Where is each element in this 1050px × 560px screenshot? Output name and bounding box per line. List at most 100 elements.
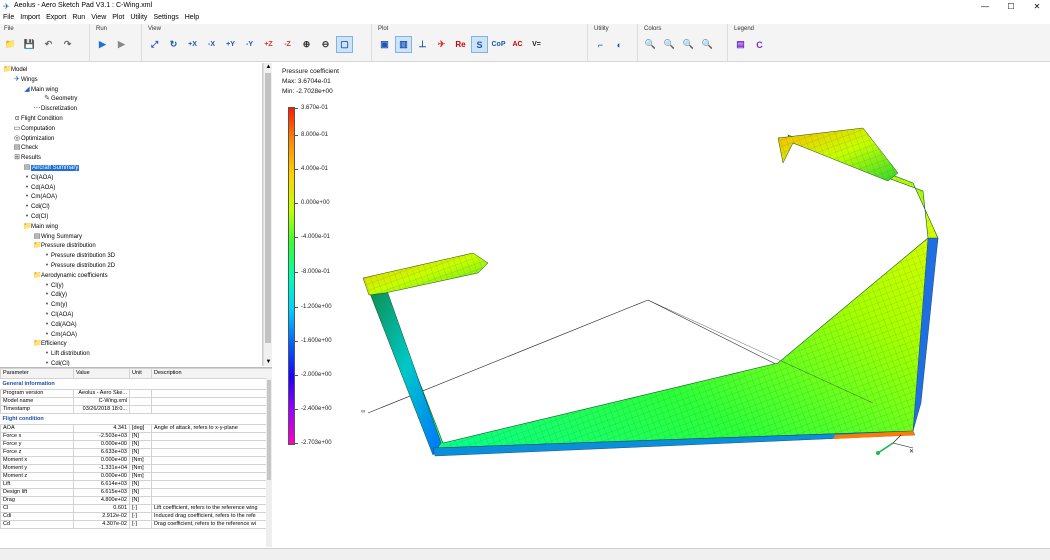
- view-plus-x-icon[interactable]: +X: [184, 36, 201, 53]
- table-row[interactable]: AOA 4.341 [deg] Angle of attack, refers to …: [0, 424, 272, 433]
- view-plus-y-icon[interactable]: +Y: [222, 36, 239, 53]
- table-row[interactable]: Design lift 6.615e+03 [N]: [0, 488, 272, 497]
- tree-item[interactable]: • Cl(AOA): [23, 173, 54, 183]
- table-row[interactable]: Program version Aeolus - Aero Ske...: [0, 389, 272, 398]
- tree-item[interactable]: • Cdi(y): [43, 290, 67, 300]
- solid-view-icon[interactable]: ▣: [376, 36, 393, 53]
- table-row[interactable]: Force z 6.633e+03 [N]: [0, 448, 272, 457]
- section-row[interactable]: Flight condition: [0, 413, 272, 425]
- frame-view-icon[interactable]: ▢: [336, 36, 353, 53]
- redo-icon[interactable]: ↷: [59, 36, 76, 53]
- tree-item[interactable]: ▤Wing Summary: [33, 232, 82, 242]
- color-zoom-in-icon[interactable]: 🔍: [661, 36, 678, 53]
- table-row[interactable]: Moment y -1.331e+04 [Nm]: [0, 464, 272, 473]
- zoom-out-icon[interactable]: ⊖: [317, 36, 334, 53]
- tree-item[interactable]: ◎Optimization: [13, 134, 54, 144]
- table-row[interactable]: Drag 4.800e+02 [N]: [0, 496, 272, 505]
- reynolds-icon[interactable]: Re: [452, 36, 469, 53]
- tree-item[interactable]: • Cl(AOA): [43, 310, 74, 320]
- table-row[interactable]: Cdi 2.912e-02 [-] Induced drag coefficient,…: [0, 512, 272, 521]
- tree-item[interactable]: • Lift distribution: [43, 349, 90, 359]
- tree-item[interactable]: • Cd(Cl): [23, 212, 49, 222]
- pipe-icon[interactable]: ⌐: [592, 36, 609, 53]
- surface-icon[interactable]: S: [471, 36, 488, 53]
- run-icon[interactable]: ▶: [94, 36, 111, 53]
- table-row[interactable]: Force x -2.503e+03 [N]: [0, 432, 272, 441]
- minimize-button[interactable]: —: [972, 0, 998, 13]
- tree-item[interactable]: ◢Main wing: [23, 85, 58, 95]
- tree-item[interactable]: • Cd(AOA): [23, 183, 56, 193]
- fit-view-icon[interactable]: ⤢: [146, 36, 163, 53]
- menu-help[interactable]: Help: [182, 13, 202, 23]
- tree-item[interactable]: • Pressure distribution 2D: [43, 261, 115, 271]
- save-icon[interactable]: 💾: [21, 36, 38, 53]
- scroll-up-icon[interactable]: ▲: [264, 63, 273, 71]
- table-row[interactable]: Moment x 0.000e+00 [Nm]: [0, 456, 272, 465]
- table-row[interactable]: Timestamp 03/26/2018 18:0...: [0, 405, 272, 414]
- close-button[interactable]: ✕: [1024, 0, 1050, 13]
- tree-item[interactable]: 📁Efficiency: [33, 339, 67, 349]
- menu-file[interactable]: File: [0, 13, 17, 23]
- tree-item[interactable]: ✎Geometry: [43, 94, 77, 104]
- menu-run[interactable]: Run: [69, 13, 88, 23]
- tree-item[interactable]: • Cm(AOA): [23, 192, 57, 202]
- header-parameter[interactable]: Parameter: [0, 368, 74, 379]
- table-row[interactable]: Force y 0.000e+00 [N]: [0, 440, 272, 449]
- center-of-pressure-icon[interactable]: CoP: [490, 36, 507, 53]
- table-row[interactable]: Lift 6.614e+03 [N]: [0, 480, 272, 489]
- zoom-in-icon[interactable]: ⊕: [298, 36, 315, 53]
- tree-item[interactable]: ▤ Aircraft Summary: [23, 163, 80, 173]
- mesh-view-icon[interactable]: ▥: [395, 36, 412, 53]
- tree-item[interactable]: ✈Wings: [13, 75, 38, 85]
- undo-icon[interactable]: ↶: [40, 36, 57, 53]
- menu-utility[interactable]: Utility: [127, 13, 150, 23]
- scroll-thumb[interactable]: [265, 73, 271, 343]
- tree-item[interactable]: • Cl(y): [43, 281, 64, 291]
- tree-item[interactable]: ▭Computation: [13, 124, 55, 134]
- table-row[interactable]: Model name C-Wing.xml: [0, 397, 272, 406]
- header-description[interactable]: Description: [151, 368, 272, 379]
- color-reset-icon[interactable]: 🔍: [699, 36, 716, 53]
- tree-item[interactable]: • Cdi(AOA): [43, 320, 77, 330]
- tree-item[interactable]: 📁Main wing: [23, 222, 58, 232]
- axes-icon[interactable]: ⊥: [414, 36, 431, 53]
- aerodynamic-center-icon[interactable]: AC: [509, 36, 526, 53]
- tree-item[interactable]: • Cm(AOA): [43, 330, 77, 340]
- aircraft-icon[interactable]: ✈: [433, 36, 450, 53]
- color-zoom-icon[interactable]: 🔍: [642, 36, 659, 53]
- open-folder-icon[interactable]: 📁: [2, 36, 19, 53]
- scroll-thumb[interactable]: [267, 380, 271, 480]
- legend-icon[interactable]: ▤: [732, 36, 749, 53]
- section-row[interactable]: General information: [0, 378, 272, 390]
- table-row[interactable]: Cd 4.307e-02 [-] Drag coefficient, refers t…: [0, 520, 272, 529]
- menu-import[interactable]: Import: [17, 13, 43, 23]
- tree-item[interactable]: • Cm(y): [43, 300, 68, 310]
- legend-c-icon[interactable]: C: [751, 36, 768, 53]
- tree-item[interactable]: 📁Pressure distribution: [33, 241, 96, 251]
- tree-item[interactable]: 📁Model: [3, 65, 27, 75]
- view-plus-z-icon[interactable]: +Z: [260, 36, 277, 53]
- color-zoom-out-icon[interactable]: 🔍: [680, 36, 697, 53]
- menu-plot[interactable]: Plot: [109, 13, 127, 23]
- table-row[interactable]: Cl 0.601 [-] Lift coefficient, refers to th…: [0, 504, 272, 513]
- menu-settings[interactable]: Settings: [150, 13, 181, 23]
- run-step-icon[interactable]: ▶: [113, 36, 130, 53]
- tree-item[interactable]: α Flight Condition: [13, 114, 63, 124]
- rotate-icon[interactable]: ↻: [165, 36, 182, 53]
- menu-view[interactable]: View: [88, 13, 109, 23]
- scroll-down-icon[interactable]: ▼: [264, 358, 273, 366]
- wing-render[interactable]: ∞ ✕: [273, 63, 1050, 548]
- tree-item[interactable]: ⋯Discretization: [33, 104, 78, 114]
- table-row[interactable]: Moment z 0.000e+00 [Nm]: [0, 472, 272, 481]
- airfoil-icon[interactable]: ◐: [611, 36, 628, 53]
- view-minus-z-icon[interactable]: -Z: [279, 36, 296, 53]
- tree-item[interactable]: • Cdi(Cl): [23, 202, 50, 212]
- header-value[interactable]: Value: [73, 368, 130, 379]
- properties-scrollbar[interactable]: [266, 378, 272, 547]
- tree-item[interactable]: ⊞Results: [13, 153, 41, 163]
- header-unit[interactable]: Unit: [129, 368, 152, 379]
- tree-item[interactable]: 📁Aerodynamic coefficients: [33, 271, 108, 281]
- view-minus-x-icon[interactable]: -X: [203, 36, 220, 53]
- menu-export[interactable]: Export: [43, 13, 69, 23]
- tree-item[interactable]: • Cdi(Cl): [43, 359, 70, 366]
